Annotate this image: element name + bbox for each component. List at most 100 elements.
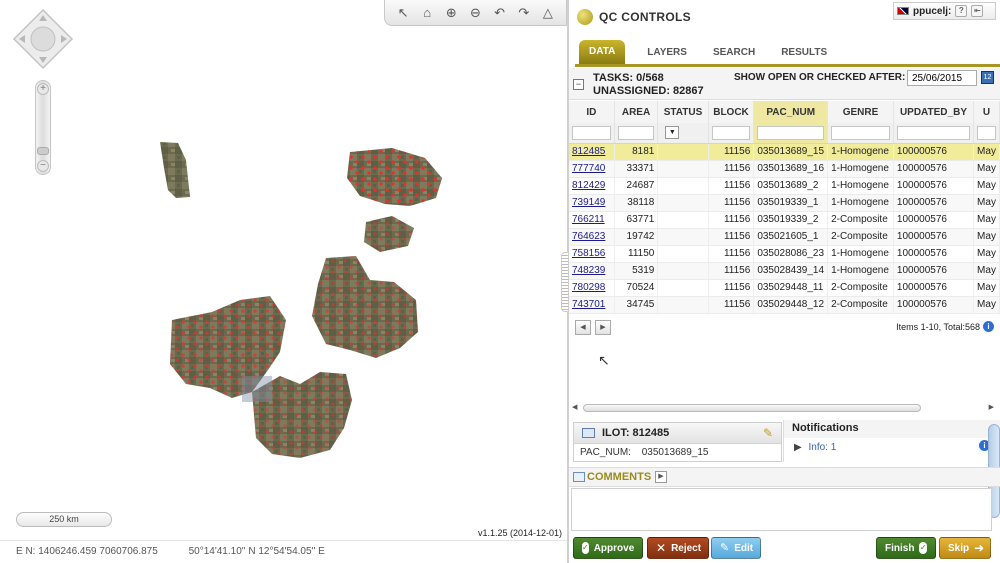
- skip-button[interactable]: Skip ➜: [939, 537, 991, 559]
- cell-status: [657, 279, 709, 297]
- col-area[interactable]: AREA: [614, 101, 659, 123]
- col-pac-num[interactable]: PAC_NUM: [753, 101, 829, 123]
- filter-id-input[interactable]: [572, 125, 611, 140]
- cell-genre-text: 1-Homogene: [831, 265, 889, 276]
- col-block[interactable]: BLOCK: [708, 101, 755, 123]
- info-icon[interactable]: i: [983, 321, 994, 332]
- table-row[interactable]: 766211 63771 11156 035019339_2 2-Composite 10…: [569, 211, 1000, 229]
- comments-toggle-button[interactable]: ▶: [655, 471, 667, 483]
- zoom-in-icon[interactable]: ⊕: [442, 4, 460, 22]
- tab-data[interactable]: DATA: [579, 40, 626, 64]
- table-row[interactable]: 812429 24687 11156 035013689_2 1-Homogene 100…: [569, 177, 1000, 195]
- col-id[interactable]: ID: [569, 101, 615, 123]
- filter-u-input[interactable]: [977, 125, 996, 140]
- id-link[interactable]: 748239: [572, 265, 605, 276]
- notifications-panel: Notifications ▶ Info: 1 i: [783, 420, 1000, 462]
- tab-layers[interactable]: LAYERS: [643, 47, 691, 64]
- id-link[interactable]: 780298: [572, 282, 605, 293]
- finish-button[interactable]: Finish ✓: [876, 537, 936, 559]
- map-view[interactable]: + − ↖ ⌂ ⊕ ⊖ ↶ ↷ △ 250 km v1.1.25 (2014-1…: [0, 0, 567, 563]
- cell-genre-text: 2-Composite: [831, 299, 888, 310]
- filter-pac-num-input[interactable]: [757, 125, 825, 140]
- edit-button[interactable]: ✎ Edit: [711, 537, 761, 559]
- expand-arrow-icon[interactable]: ▶: [794, 442, 802, 453]
- pan-back-icon[interactable]: ↶: [491, 4, 509, 22]
- comments-textarea[interactable]: [571, 488, 992, 531]
- cell-block: 11156: [708, 296, 755, 314]
- cell-updated-by-text: 100000576: [896, 197, 947, 208]
- cell-updated-by-text: 100000576: [896, 180, 947, 191]
- filter-block-input[interactable]: [711, 125, 751, 140]
- col-u[interactable]: U: [973, 101, 1000, 123]
- cell-u: May: [973, 177, 1000, 195]
- id-link[interactable]: 766211: [572, 214, 605, 225]
- home-icon[interactable]: ⌂: [418, 4, 436, 22]
- col-genre[interactable]: GENRE: [827, 101, 894, 123]
- show-after-label: SHOW OPEN OR CHECKED AFTER:: [734, 72, 906, 83]
- cell-status: [657, 228, 709, 246]
- table-row[interactable]: 780298 70524 11156 035029448_11 2-Composite 1…: [569, 279, 1000, 297]
- map-canvas[interactable]: [0, 0, 567, 540]
- col-status[interactable]: STATUS: [657, 101, 709, 123]
- scroll-left-icon[interactable]: ◀: [572, 403, 577, 411]
- help-icon[interactable]: ?: [955, 5, 968, 17]
- pan-control[interactable]: [12, 8, 74, 70]
- logout-icon[interactable]: ⇤: [971, 5, 984, 17]
- pan-arrows-icon[interactable]: [12, 8, 74, 70]
- table-row[interactable]: 739149 38118 11156 035019339_1 1-Homogene 100…: [569, 194, 1000, 212]
- table-row[interactable]: 764623 19742 11156 035021605_1 2-Composite 10…: [569, 228, 1000, 246]
- id-link[interactable]: 812485: [572, 146, 605, 157]
- id-link[interactable]: 758156: [572, 248, 605, 259]
- parcel-regions: [160, 142, 442, 458]
- id-link[interactable]: 812429: [572, 180, 605, 191]
- tab-results[interactable]: RESULTS: [777, 47, 831, 64]
- calendar-icon[interactable]: 12: [981, 71, 994, 84]
- filter-status-select[interactable]: ▼: [665, 126, 680, 140]
- cell-genre-text: 1-Homogene: [831, 180, 889, 191]
- id-link[interactable]: 777740: [572, 163, 605, 174]
- pager: ◀ ▶ Items 1-10, Total:568 i: [569, 318, 1000, 338]
- measure-icon[interactable]: △: [539, 4, 557, 22]
- id-link[interactable]: 739149: [572, 197, 605, 208]
- splitter-grip[interactable]: [561, 252, 569, 312]
- reject-button[interactable]: ✕ Reject: [647, 537, 709, 559]
- table-row[interactable]: 748239 5319 11156 035028439_14 1-Homogene 100…: [569, 262, 1000, 280]
- cell-pac-num: 035019339_2: [753, 211, 829, 229]
- scroll-right-icon[interactable]: ▶: [989, 403, 994, 411]
- id-link[interactable]: 743701: [572, 299, 605, 310]
- arrow-right-icon: ➜: [974, 541, 985, 555]
- cell-u: May: [973, 228, 1000, 246]
- ilot-title: ILOT: 812485: [602, 427, 670, 439]
- filter-area-input[interactable]: [617, 125, 655, 140]
- date-field[interactable]: [907, 70, 977, 86]
- prev-page-button[interactable]: ◀: [575, 320, 591, 335]
- zoom-in-button[interactable]: +: [37, 83, 49, 95]
- zoom-slider[interactable]: + −: [35, 80, 51, 175]
- select-icon[interactable]: ↖: [394, 4, 412, 22]
- zoom-out-icon[interactable]: ⊖: [466, 4, 484, 22]
- collapse-icon[interactable]: −: [573, 79, 584, 90]
- pencil-icon[interactable]: ✎: [763, 426, 773, 440]
- brand-title: QC CONTROLS: [599, 10, 691, 24]
- id-link[interactable]: 764623: [572, 231, 605, 242]
- filter-updated-by-input[interactable]: [896, 125, 971, 140]
- finish-label: Finish: [885, 542, 915, 554]
- zoom-out-button[interactable]: −: [37, 160, 49, 172]
- filter-genre-input[interactable]: [831, 125, 890, 140]
- horizontal-scrollbar[interactable]: ◀ ▶: [569, 402, 1000, 414]
- scrollbar-thumb[interactable]: [583, 404, 921, 412]
- table-row[interactable]: 758156 11150 11156 035028086_23 1-Homogene 10…: [569, 245, 1000, 263]
- unassigned-count: UNASSIGNED: 82867: [593, 85, 704, 97]
- notification-item[interactable]: ▶ Info: 1: [784, 438, 1000, 457]
- pan-forward-icon[interactable]: ↷: [515, 4, 533, 22]
- table-row[interactable]: 777740 33371 11156 035013689_16 1-Homogene 10…: [569, 160, 1000, 178]
- cell-area: 63771: [614, 211, 659, 229]
- approve-button[interactable]: ✓ Approve: [573, 537, 643, 559]
- next-page-button[interactable]: ▶: [595, 320, 611, 335]
- uk-flag-icon[interactable]: [897, 7, 909, 15]
- table-row[interactable]: 812485 8181 11156 035013689_15 1-Homogene 100…: [569, 143, 1000, 161]
- table-row[interactable]: 743701 34745 11156 035029448_12 2-Composite 1…: [569, 296, 1000, 314]
- tab-search[interactable]: SEARCH: [709, 47, 759, 64]
- col-updated-by[interactable]: UPDATED_BY: [893, 101, 975, 123]
- zoom-slider-thumb[interactable]: [37, 147, 49, 155]
